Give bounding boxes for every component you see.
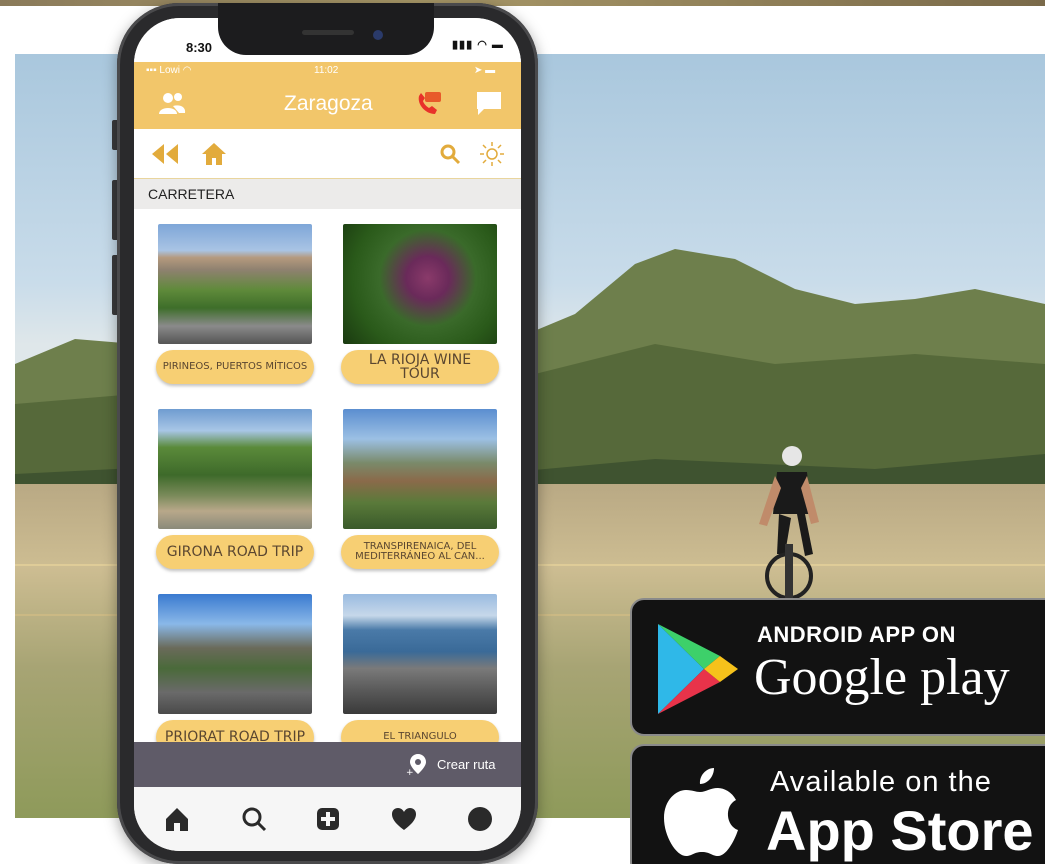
route-card-image — [158, 594, 312, 714]
tab-home-icon[interactable] — [163, 805, 191, 833]
inner-status-bar: ▪▪▪ Lowi ◠ 11:02 ➤ ▬ — [134, 62, 521, 78]
app-header: ▪▪▪ Lowi ◠ 11:02 ➤ ▬ Zaragoza — [134, 62, 521, 129]
inner-carrier: ▪▪▪ Lowi ◠ — [146, 65, 192, 76]
google-play-logo-icon — [658, 624, 738, 714]
sub-navigation-bar — [134, 129, 521, 179]
route-card-label: TRANSPIRENAICA, DEL MEDITERRÁNEO AL CAN.… — [341, 535, 499, 569]
inner-battery-icon: ➤ ▬ — [474, 65, 496, 76]
emergency-call-icon[interactable] — [415, 90, 443, 116]
top-photo-strip — [0, 0, 1045, 6]
route-card[interactable]: PRIORAT ROAD TRIP — [156, 594, 314, 742]
phone-notch — [218, 3, 434, 55]
route-card[interactable]: TRANSPIRENAICA, DEL MEDITERRÁNEO AL CAN.… — [341, 409, 499, 569]
route-card-grid: PIRINEOS, PUERTOS MÍTICOS LA RIOJA WINE … — [134, 209, 521, 742]
add-location-pin-icon: + — [406, 754, 426, 776]
notch-speaker — [302, 30, 354, 35]
route-card-image — [158, 409, 312, 529]
search-icon[interactable] — [439, 143, 461, 165]
svg-text:+: + — [406, 768, 414, 776]
route-card-label: LA RIOJA WINE TOUR — [341, 350, 499, 384]
apple-logo-icon — [664, 768, 738, 856]
route-card[interactable]: PIRINEOS, PUERTOS MÍTICOS — [156, 224, 314, 384]
signal-wifi-battery-icon: ▮▮▮ ◠ ▬ — [452, 39, 504, 51]
app-store-small-text: Available on the — [770, 766, 992, 798]
route-card[interactable]: GIRONA ROAD TRIP — [156, 409, 314, 569]
inner-time: 11:02 — [314, 65, 339, 76]
status-time: 8:30 — [186, 40, 213, 55]
route-card-image — [343, 594, 497, 714]
tab-search-icon[interactable] — [240, 805, 268, 833]
route-card-label: GIRONA ROAD TRIP — [156, 535, 314, 569]
route-card[interactable]: EL TRIANGULO — [341, 594, 499, 742]
app-store-big-text: App Store — [766, 799, 1034, 862]
city-title: Zaragoza — [284, 92, 373, 115]
route-card-label: PRIORAT ROAD TRIP — [156, 720, 314, 742]
route-card-image — [343, 224, 497, 344]
section-header: CARRETERA — [134, 179, 521, 209]
carrier-name: Lowi — [159, 65, 180, 76]
cyclist-figure — [759, 446, 819, 600]
phone-screen: 8:30 ▮▮▮ ◠ ▬ ▪▪▪ Lowi ◠ 11:02 ➤ ▬ Zarago… — [134, 18, 521, 851]
google-play-badge[interactable]: ANDROID APP ON Google play — [630, 598, 1045, 736]
route-card-image — [158, 224, 312, 344]
back-double-arrow-icon[interactable] — [148, 142, 182, 166]
bottom-tab-bar — [134, 787, 521, 851]
route-card-label: EL TRIANGULO — [341, 720, 499, 742]
home-icon[interactable] — [200, 141, 228, 167]
tab-add-icon[interactable] — [314, 805, 342, 833]
google-play-big-text: Google play — [754, 649, 1010, 706]
promo-banner: 8:30 ▮▮▮ ◠ ▬ ▪▪▪ Lowi ◠ 11:02 ➤ ▬ Zarago… — [0, 0, 1045, 864]
route-card[interactable]: LA RIOJA WINE TOUR — [341, 224, 499, 384]
users-icon[interactable] — [158, 90, 186, 116]
tab-profile-icon[interactable] — [466, 805, 494, 833]
create-route-label: Crear ruta — [437, 757, 496, 772]
tab-favorites-heart-icon[interactable] — [390, 805, 418, 833]
app-store-badge[interactable]: Available on the App Store — [630, 744, 1045, 864]
brightness-icon[interactable] — [479, 141, 505, 167]
chat-icon[interactable] — [475, 90, 503, 116]
create-route-bar[interactable]: + Crear ruta — [134, 742, 521, 787]
google-play-small-text: ANDROID APP ON — [757, 622, 956, 647]
section-title: CARRETERA — [148, 186, 235, 202]
route-card-label: PIRINEOS, PUERTOS MÍTICOS — [156, 350, 314, 384]
notch-camera — [373, 30, 383, 40]
route-card-image — [343, 409, 497, 529]
